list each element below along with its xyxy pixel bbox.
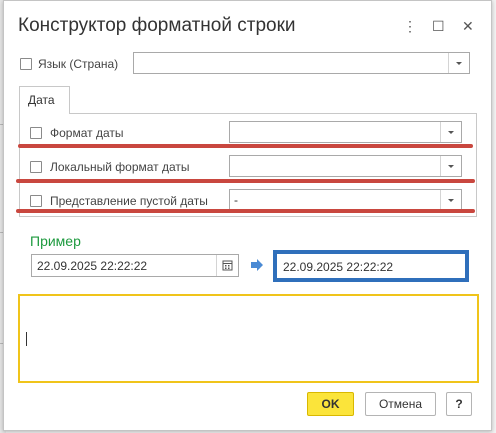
more-menu-icon[interactable]: ⋮ (403, 19, 417, 33)
format-string-dialog: Конструктор форматной строки ⋮ ☐ ✕ Язык … (3, 0, 492, 431)
tab-date[interactable]: Дата (19, 86, 70, 114)
date-format-select[interactable] (229, 121, 462, 143)
help-button[interactable]: ? (446, 392, 472, 416)
ok-button[interactable]: OK (307, 392, 354, 416)
text-cursor (26, 332, 27, 346)
red-highlight-line (18, 144, 473, 148)
local-date-format-select[interactable] (229, 155, 462, 177)
example-heading: Пример (30, 233, 81, 249)
chevron-down-icon[interactable] (448, 53, 469, 73)
example-date-input[interactable]: 22.09.2025 22:22:22 (31, 254, 239, 277)
local-date-format-checkbox[interactable] (30, 161, 42, 173)
red-highlight-line (16, 179, 475, 183)
red-highlight-line (16, 209, 475, 213)
chevron-down-icon[interactable] (440, 190, 461, 210)
language-select[interactable] (133, 52, 470, 74)
date-format-label: Формат даты (50, 126, 124, 140)
date-format-checkbox[interactable] (30, 127, 42, 139)
chevron-down-icon[interactable] (440, 156, 461, 176)
dialog-title: Конструктор форматной строки (18, 15, 296, 36)
empty-date-select[interactable]: - (229, 189, 462, 211)
empty-date-label: Представление пустой даты (50, 194, 208, 208)
arrow-right-icon (250, 258, 264, 275)
empty-date-value: - (234, 193, 238, 207)
format-string-textarea[interactable] (18, 294, 479, 383)
local-date-format-label: Локальный формат даты (50, 160, 190, 174)
chevron-down-icon[interactable] (440, 122, 461, 142)
cancel-button[interactable]: Отмена (365, 392, 436, 416)
language-checkbox[interactable] (20, 58, 32, 70)
empty-date-checkbox[interactable] (30, 195, 42, 207)
example-result-field[interactable]: 22.09.2025 22:22:22 (273, 250, 469, 282)
close-icon[interactable]: ✕ (462, 19, 474, 33)
example-date-value: 22.09.2025 22:22:22 (37, 259, 148, 273)
maximize-icon[interactable]: ☐ (432, 19, 445, 33)
calendar-icon[interactable] (216, 255, 238, 276)
language-label: Язык (Страна) (38, 57, 119, 71)
example-result-value: 22.09.2025 22:22:22 (283, 260, 394, 274)
tab-date-label: Дата (28, 93, 55, 107)
